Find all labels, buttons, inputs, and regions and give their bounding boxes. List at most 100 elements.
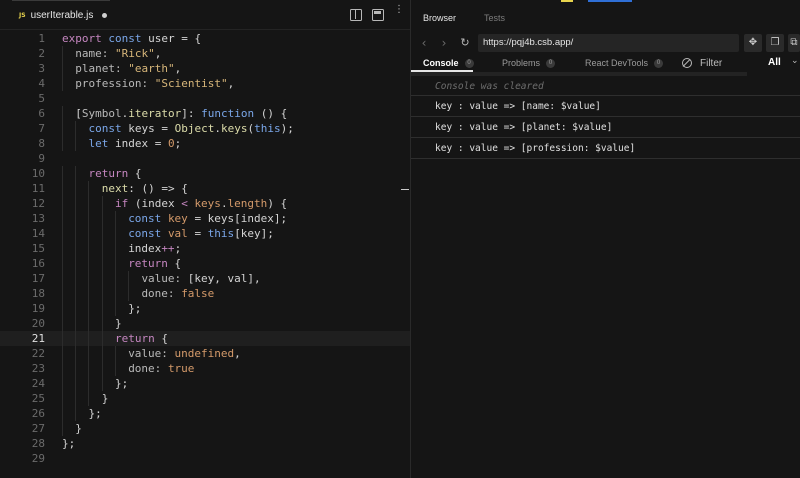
code-line[interactable]: 9 (0, 151, 410, 166)
code-line[interactable]: 16 return { (0, 256, 410, 271)
crosshair-icon[interactable]: ✥ (744, 34, 762, 52)
code-line[interactable]: 26}; (0, 406, 410, 421)
scroll-marker (401, 189, 409, 190)
arrow-right-icon[interactable]: › (437, 36, 451, 50)
code-token: const (128, 212, 168, 225)
indent-guide (101, 211, 103, 226)
split-editor-icon[interactable] (350, 9, 362, 21)
code-line[interactable]: 18 done: false (0, 286, 410, 301)
code-line[interactable]: 19}; (0, 301, 410, 316)
code-line[interactable]: 28}; (0, 436, 410, 451)
line-number: 19 (31, 302, 45, 315)
code-token: iterator (128, 107, 182, 120)
indent-guide (62, 376, 63, 391)
code-line[interactable]: 7 const keys = Object.keys(this); (0, 121, 410, 136)
console-output[interactable]: Console was cleared key : value => [name… (411, 72, 800, 478)
indent-guide (62, 196, 63, 211)
tab-browser[interactable]: Browser (423, 13, 456, 23)
unsaved-dot-icon[interactable] (102, 13, 108, 18)
indent-guide (62, 241, 63, 256)
indent-guide (114, 241, 116, 256)
code-text: }; (88, 406, 101, 421)
code-line[interactable]: 22 value: undefined, (0, 346, 410, 361)
code-line[interactable]: 13 const key = keys[index]; (0, 211, 410, 226)
open-preview-icon[interactable] (372, 9, 384, 21)
copy-icon[interactable]: ❐ (766, 34, 784, 52)
code-line[interactable]: 8 let index = 0; (0, 136, 410, 151)
code-token: , (154, 47, 162, 60)
more-icon[interactable]: ⋮ (394, 5, 404, 20)
code-token: = keys[index]; (194, 212, 288, 225)
indent-guide (114, 211, 116, 226)
code-token: ; (174, 137, 182, 150)
tab-problems[interactable]: Problems 0 (502, 54, 556, 72)
code-line[interactable]: 21 return { (0, 331, 410, 346)
indent-guide (88, 376, 90, 391)
code-token: user = { (148, 32, 202, 45)
indent-guide (75, 406, 77, 421)
indent-guide (75, 241, 77, 256)
chevron-down-icon[interactable]: ⌄ (791, 56, 799, 66)
code-line[interactable]: 11 next: () => { (0, 181, 410, 196)
code-line[interactable]: 23 done: true (0, 361, 410, 376)
code-line[interactable]: 5 (0, 91, 410, 106)
tab-problems-count: 0 (546, 58, 556, 68)
code-token: value: (128, 347, 175, 360)
code-line[interactable]: 4 profession: "Scientist", (0, 76, 410, 91)
code-line[interactable]: 3 planet: "earth", (0, 61, 410, 76)
clear-console-icon[interactable] (682, 58, 692, 68)
code-token: val (167, 227, 195, 240)
indent-guide (101, 361, 103, 376)
console-line-text: key : value => [profession: $value] (435, 143, 636, 154)
code-token: next (101, 182, 129, 195)
code-token: done: (128, 362, 168, 375)
arrow-left-icon[interactable]: ‹ (417, 36, 431, 50)
code-token: }; (114, 377, 129, 390)
code-line[interactable]: 12 if (index < keys.length) { (0, 196, 410, 211)
indent-guide (75, 226, 77, 241)
reload-icon[interactable]: ↻ (458, 36, 472, 50)
code-line[interactable]: 6 [Symbol.iterator]: function () { (0, 106, 410, 121)
code-text: }; (128, 301, 141, 316)
file-tab[interactable]: JS userIterable.js (12, 0, 110, 30)
url-bar[interactable]: https://pqj4b.csb.app/ (478, 34, 739, 52)
tab-react-devtools[interactable]: React DevTools 0 (585, 54, 664, 72)
console-line-text: key : value => [name: $value] (435, 101, 601, 112)
line-number: 8 (38, 137, 45, 150)
code-token: () { (260, 107, 288, 120)
code-area[interactable]: 1 export const user = {2 name: "Rick", 3 pla… (0, 31, 410, 466)
code-text: value: undefined, (128, 346, 241, 361)
log-level-select[interactable]: All (768, 57, 781, 68)
code-token: = (194, 227, 208, 240)
code-line[interactable]: 1 export const user = { (0, 31, 410, 46)
line-number: 20 (31, 317, 45, 330)
indent-guide (88, 181, 90, 196)
code-token: "earth" (128, 62, 175, 75)
code-line[interactable]: 20} (0, 316, 410, 331)
code-line[interactable]: 2 name: "Rick", (0, 46, 410, 61)
code-token: < (181, 197, 195, 210)
code-text: return { (88, 166, 141, 181)
external-window-icon[interactable]: ⧉ (788, 34, 800, 52)
code-token: . (220, 197, 228, 210)
code-token: undefined (174, 347, 235, 360)
code-line[interactable]: 29 (0, 451, 410, 466)
code-line[interactable]: 24}; (0, 376, 410, 391)
filter-input[interactable] (698, 55, 762, 71)
code-text: done: false (141, 286, 214, 301)
code-line[interactable]: 15 index++; (0, 241, 410, 256)
line-number: 24 (31, 377, 45, 390)
tab-tests[interactable]: Tests (484, 13, 505, 23)
code-line[interactable]: 14 const val = this[key]; (0, 226, 410, 241)
code-line[interactable]: 10 return { (0, 166, 410, 181)
code-editor[interactable]: JS userIterable.js ⋮ 1 export const user … (0, 0, 410, 478)
code-token: [key]; (234, 227, 274, 240)
code-line[interactable]: 17 value: [key, val], (0, 271, 410, 286)
code-token: [ (75, 107, 82, 120)
code-token: }; (88, 407, 102, 420)
code-line[interactable]: 25} (0, 391, 410, 406)
code-line[interactable]: 27} (0, 421, 410, 436)
code-token: , (227, 77, 235, 90)
indent-guide (62, 316, 63, 331)
line-number: 4 (38, 77, 45, 90)
